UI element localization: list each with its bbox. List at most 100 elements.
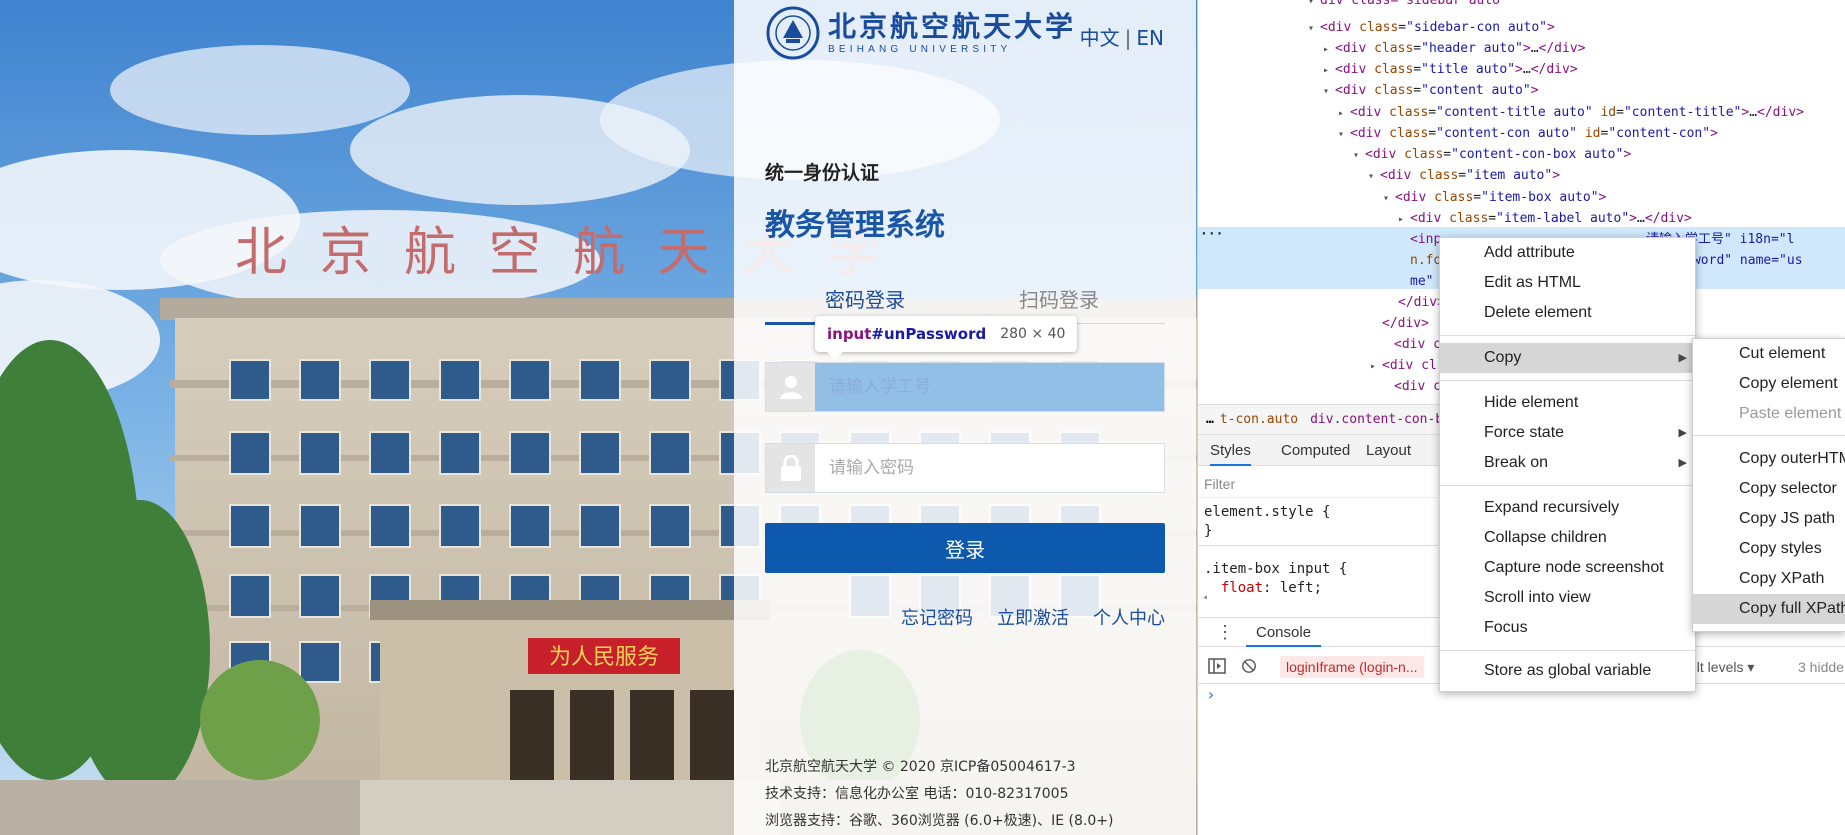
tab-password-login[interactable]: 密码登录: [825, 284, 905, 313]
dom-line[interactable]: ▾ <div class="item auto">: [1368, 165, 1560, 186]
menu-item-copy-outerhtml[interactable]: Copy outerHTM: [1693, 444, 1845, 474]
tab-qrcode-login[interactable]: 扫码登录: [1019, 284, 1099, 313]
inspect-tooltip: input #unPassword 280 × 40: [815, 316, 1078, 360]
menu-separator: [1440, 650, 1695, 651]
footer: 北京航空航天大学 © 2020 京ICP备05004617-3 技术支持：信息化…: [765, 754, 1113, 835]
submenu-arrow-icon: ▶: [1678, 457, 1687, 469]
dom-line-selected: me": [1410, 274, 1434, 289]
log-levels-dropdown[interactable]: ult levels ▾: [1689, 656, 1754, 678]
dom-line[interactable]: ▾ <div class="item-box auto">: [1383, 187, 1606, 208]
lang-zh-link[interactable]: 中文: [1080, 26, 1120, 50]
system-title: 教务管理系统: [765, 208, 945, 243]
dom-line[interactable]: ▾ <div class="sidebar-con auto">: [1308, 17, 1555, 38]
tab-styles[interactable]: Styles: [1210, 435, 1251, 466]
menu-separator: [1440, 335, 1695, 336]
breadcrumb-overflow[interactable]: …: [1206, 412, 1214, 427]
dom-line[interactable]: ▸ <div class="item-label auto">…</div>: [1398, 208, 1692, 229]
dom-line-selected[interactable]: <inp: [1410, 229, 1441, 250]
submenu-arrow-icon: ▶: [1678, 427, 1687, 439]
menu-item-store-global[interactable]: Store as global variable: [1440, 656, 1695, 686]
menu-item-copy-xpath[interactable]: Copy XPath: [1693, 564, 1845, 594]
drawer-menu-icon[interactable]: ⋮: [1216, 622, 1234, 643]
menu-separator: [1440, 380, 1695, 381]
scroll-left-icon[interactable]: ◂: [1202, 592, 1208, 603]
menu-separator: [1693, 435, 1845, 436]
help-links: 忘记密码 立即激活 个人中心: [901, 604, 1165, 630]
menu-item-copy-js-path[interactable]: Copy JS path: [1693, 504, 1845, 534]
language-switcher: 中文 | EN: [1080, 22, 1164, 51]
clear-console-icon[interactable]: [1240, 658, 1258, 674]
menu-item-copy-element[interactable]: Copy element: [1693, 369, 1845, 399]
menu-item-paste-element: Paste element: [1739, 405, 1842, 422]
user-icon: [766, 363, 815, 411]
dom-line[interactable]: ▾ div class="sidebar auto": [1308, 0, 1508, 11]
dom-line-selected: n.fo: [1410, 253, 1442, 268]
dom-line[interactable]: ▸ <div class="content-title auto" id="con…: [1338, 102, 1804, 123]
dom-line[interactable]: ▾ <div class="content-con auto" id="conte…: [1338, 123, 1718, 144]
menu-item-collapse-children[interactable]: Collapse children: [1440, 523, 1695, 553]
tab-computed[interactable]: Computed: [1281, 435, 1350, 466]
activate-account-link[interactable]: 立即激活: [997, 604, 1069, 630]
footer-copyright: 北京航空航天大学 © 2020 京ICP备05004617-3: [765, 759, 1076, 775]
sidebar-toggle-icon[interactable]: [1208, 658, 1226, 674]
tab-layout[interactable]: Layout: [1366, 435, 1411, 466]
password-field: [765, 443, 1165, 493]
copy-submenu: Cut element Copy element Paste element C…: [1692, 338, 1845, 632]
tab-console[interactable]: Console: [1246, 618, 1322, 647]
university-logo: 北京航空航天大学 BEIHANG UNIVERSITY: [766, 6, 1076, 60]
rule-value[interactable]: left;: [1280, 580, 1322, 596]
rule-close: }: [1204, 523, 1213, 539]
breadcrumb-item[interactable]: div.content-con-bo: [1310, 412, 1451, 427]
footer-support: 技术支持：信息化办公室 电话：010-82317005: [765, 786, 1069, 802]
context-menu: Add attribute Edit as HTML Delete elemen…: [1439, 237, 1696, 692]
styles-filter-input[interactable]: Filter: [1198, 470, 1438, 498]
menu-separator: [1440, 485, 1695, 486]
personal-center-link[interactable]: 个人中心: [1093, 604, 1165, 630]
menu-item-cut-element[interactable]: Cut element: [1693, 339, 1845, 369]
menu-item-edit-html[interactable]: Edit as HTML: [1440, 268, 1695, 298]
dom-line[interactable]: ▸ <div class="title auto">…</div>: [1323, 59, 1578, 80]
username-input[interactable]: [815, 363, 1164, 411]
tooltip-id: #unPassword: [871, 325, 987, 343]
hidden-count: 3 hidde: [1798, 659, 1844, 675]
rule-selector: element.style {: [1204, 504, 1331, 520]
dom-line[interactable]: ▸ <div cl: [1370, 355, 1437, 376]
menu-item-copy-full-xpath[interactable]: Copy full XPath: [1693, 594, 1845, 624]
tooltip-tag: input: [827, 325, 872, 343]
password-input[interactable]: [815, 444, 1164, 492]
menu-item-capture-screenshot[interactable]: Capture node screenshot: [1440, 553, 1695, 583]
menu-item-expand-recursively[interactable]: Expand recursively: [1440, 493, 1695, 523]
menu-item-hide-element[interactable]: Hide element: [1440, 388, 1695, 418]
menu-item-copy-styles[interactable]: Copy styles: [1693, 534, 1845, 564]
entrance-banner: 为人民服务: [549, 645, 659, 670]
submenu-arrow-icon: ▶: [1678, 352, 1687, 364]
dom-line[interactable]: </div>: [1382, 313, 1429, 334]
menu-item-delete-element[interactable]: Delete element: [1440, 298, 1695, 328]
university-seal-icon: [766, 6, 820, 60]
forgot-password-link[interactable]: 忘记密码: [901, 604, 973, 630]
dom-line[interactable]: </div>: [1398, 292, 1445, 313]
lang-en-link[interactable]: EN: [1136, 26, 1164, 50]
dom-line[interactable]: ▾ <div class="content-con-box auto">: [1353, 144, 1631, 165]
styles-rules: element.style { } .item-box input { floa…: [1204, 504, 1348, 596]
logo-chinese-name: 北京航空航天大学: [828, 10, 1077, 43]
logo-english-name: BEIHANG UNIVERSITY: [828, 44, 1012, 55]
menu-item-scroll-into-view[interactable]: Scroll into view: [1440, 583, 1695, 613]
dom-line[interactable]: ▸ <div class="header auto">…</div>: [1323, 38, 1585, 59]
menu-item-copy-selector[interactable]: Copy selector: [1693, 474, 1845, 504]
breadcrumb-item[interactable]: t-con.auto: [1220, 412, 1298, 427]
tooltip-size: 280 × 40: [1000, 326, 1066, 342]
lock-icon: [766, 444, 815, 492]
console-context-select[interactable]: loginIframe (login-n...: [1280, 656, 1424, 678]
rule-selector: .item-box input {: [1204, 561, 1348, 577]
menu-item-force-state[interactable]: Force state ▶: [1440, 418, 1695, 448]
login-button[interactable]: 登录: [765, 523, 1165, 573]
dom-line[interactable]: ▾ <div class="content auto">: [1323, 80, 1539, 101]
rule-property[interactable]: float: [1221, 580, 1263, 596]
console-prompt[interactable]: ›: [1206, 685, 1216, 704]
menu-item-break-on[interactable]: Break on ▶: [1440, 448, 1695, 478]
node-menu-dots[interactable]: ···: [1200, 227, 1223, 242]
menu-item-add-attribute[interactable]: Add attribute: [1440, 238, 1695, 268]
menu-item-focus[interactable]: Focus: [1440, 613, 1695, 643]
menu-item-copy[interactable]: Copy ▶: [1440, 343, 1695, 373]
